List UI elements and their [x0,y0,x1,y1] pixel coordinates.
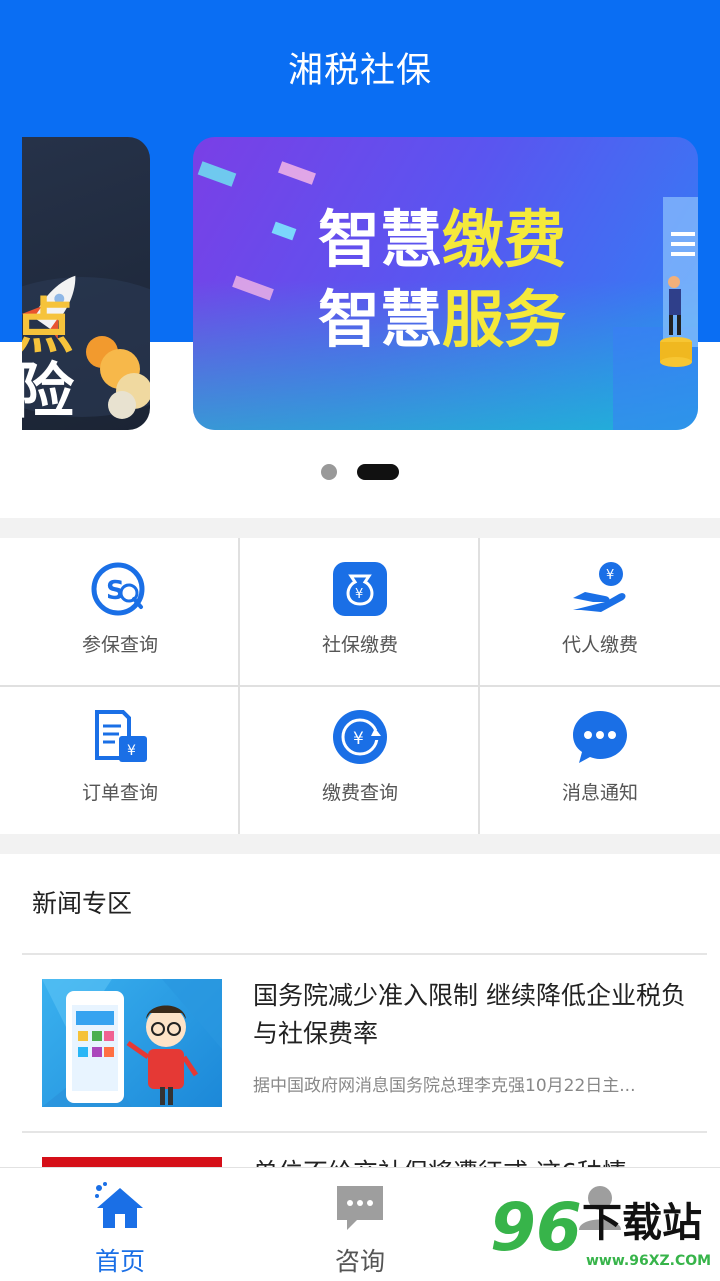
pagination-dot-active[interactable] [357,464,399,480]
chat-icon [337,1186,383,1230]
service-label: 代人缴费 [561,634,638,656]
banner-headline-1-highlight: 缴费 [442,203,567,276]
app-title: 湘税社保 [287,51,432,91]
banner-headline-1-plain: 智慧 [318,203,443,276]
service-item-notifications[interactable]: 消息通知 [480,686,720,834]
tab-consult[interactable]: 咨询 [240,1168,480,1281]
service-label: 消息通知 [561,782,638,804]
service-label: 社保缴费 [321,634,398,656]
banner-prev-text-1: 险 [22,357,74,427]
service-item-enrollment-query[interactable]: S 参保查询 [0,538,240,686]
banner-headline-1: 智慧缴费 [318,209,566,271]
banner-prev-text-2: 点 [22,292,74,362]
news-thumbnail [42,979,222,1107]
service-label: 参保查询 [81,634,158,656]
watermark-text: 下载站 [582,1200,702,1246]
banner-slide-current[interactable]: 智慧缴费 智慧服务 [193,137,698,430]
service-item-payment-query[interactable]: ¥ 缴费查询 [240,686,480,834]
svg-text:¥: ¥ [355,587,363,602]
tab-home-label: 首页 [94,1247,145,1276]
svg-text:¥: ¥ [353,729,364,749]
section-divider [0,518,720,538]
banner-headline-2: 智慧服务 [318,289,566,351]
service-item-order-query[interactable]: ¥ 订单查询 [0,686,240,834]
service-label: 订单查询 [81,782,158,804]
tab-consult-label: 咨询 [334,1247,385,1276]
service-item-proxy-payment[interactable]: ¥ 代人缴费 [480,538,720,686]
service-item-social-payment[interactable]: ¥ 社保缴费 [240,538,480,686]
section-divider [0,834,720,854]
si-search-icon: S [91,560,149,618]
banner-headline-2-plain: 智慧 [318,283,443,356]
money-bag-icon: ¥ [331,560,389,618]
banner-pagination [0,464,720,482]
news-section-title: 新闻专区 [32,889,133,918]
site-watermark: 96 下载站 www.96XZ.COM [490,1195,720,1280]
order-doc-icon: ¥ [91,708,149,766]
yen-cycle-icon: ¥ [331,708,389,766]
svg-text:¥: ¥ [127,743,136,759]
watermark-number: 96 [490,1189,582,1266]
service-label: 缴费查询 [321,782,398,804]
news-summary: 据中国政府网消息国务院总理李克强10月22日主... [253,1076,636,1096]
news-item[interactable]: 国务院减少准入限制 继续降低企业税负与社保费率 据中国政府网消息国务院总理李克强… [0,955,720,1131]
watermark-url: www.96XZ.COM [586,1253,712,1269]
tab-home[interactable]: 首页 [0,1168,240,1281]
banner-slide-previous[interactable]: 险 点 [22,137,150,430]
grid-divider [0,685,720,687]
message-bubble-icon [571,708,629,766]
home-icon [95,1182,143,1228]
banner-headline-2-highlight: 服务 [442,283,567,356]
pagination-dot[interactable] [321,464,337,480]
svg-text:¥: ¥ [606,568,614,583]
hand-coin-icon: ¥ [571,560,629,618]
news-headline: 国务院减少准入限制 继续降低企业税负与社保费率 [253,981,686,1048]
